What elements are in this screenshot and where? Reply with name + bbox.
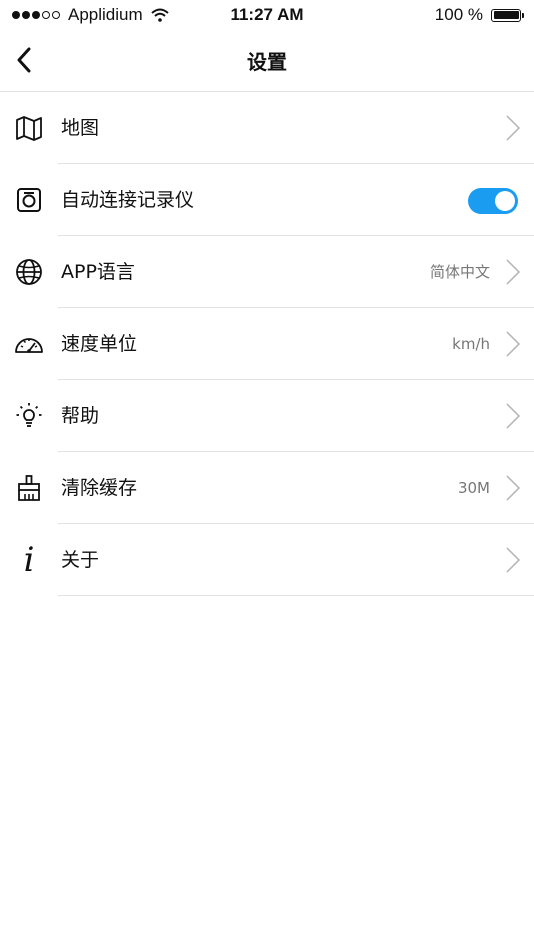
toggle-knob [495,191,515,211]
settings-list: 地图 自动连接记录仪 APP语言 简体中文 速度单位 km/h 帮助 清除缓存 … [0,92,534,596]
speedometer-icon [12,329,46,359]
settings-row-speed-unit[interactable]: 速度单位 km/h [0,308,534,380]
camera-icon [12,185,46,215]
chevron-right-icon [506,259,521,285]
chevron-right-icon [506,115,521,141]
info-glyph: i [23,540,35,580]
settings-row-label: 自动连接记录仪 [61,189,195,211]
navigation-bar: 设置 [0,30,534,92]
globe-icon [12,257,46,287]
chevron-right-icon [506,403,521,429]
cache-size-value: 30M [457,479,490,497]
speed-unit-value: km/h [452,335,490,353]
broom-icon [12,473,46,503]
settings-row-label: 关于 [61,549,100,571]
settings-row-auto-connect: 自动连接记录仪 [0,164,534,236]
status-bar: Applidium 11:27 AM 100 % [0,0,534,30]
chevron-right-icon [506,331,521,357]
settings-row-help[interactable]: 帮助 [0,380,534,452]
row-divider [58,595,534,596]
settings-row-language[interactable]: APP语言 简体中文 [0,236,534,308]
settings-row-label: 地图 [61,117,100,139]
lightbulb-icon [12,401,46,431]
page-title: 设置 [247,50,287,74]
settings-row-map[interactable]: 地图 [0,92,534,164]
chevron-right-icon [506,547,521,573]
language-value: 简体中文 [429,263,490,281]
map-icon [12,113,46,143]
auto-connect-toggle[interactable] [468,188,518,214]
info-icon: i [12,540,46,580]
battery-icon [491,8,521,22]
settings-row-label: 帮助 [61,405,100,427]
settings-row-label: 清除缓存 [61,477,138,499]
settings-row-about[interactable]: i 关于 [0,524,534,596]
settings-row-clear-cache[interactable]: 清除缓存 30M [0,452,534,524]
chevron-right-icon [506,475,521,501]
settings-row-label: APP语言 [61,261,135,283]
battery-percent: 100 % [434,5,483,24]
status-right: 100 % [435,5,524,25]
settings-row-label: 速度单位 [61,333,138,355]
